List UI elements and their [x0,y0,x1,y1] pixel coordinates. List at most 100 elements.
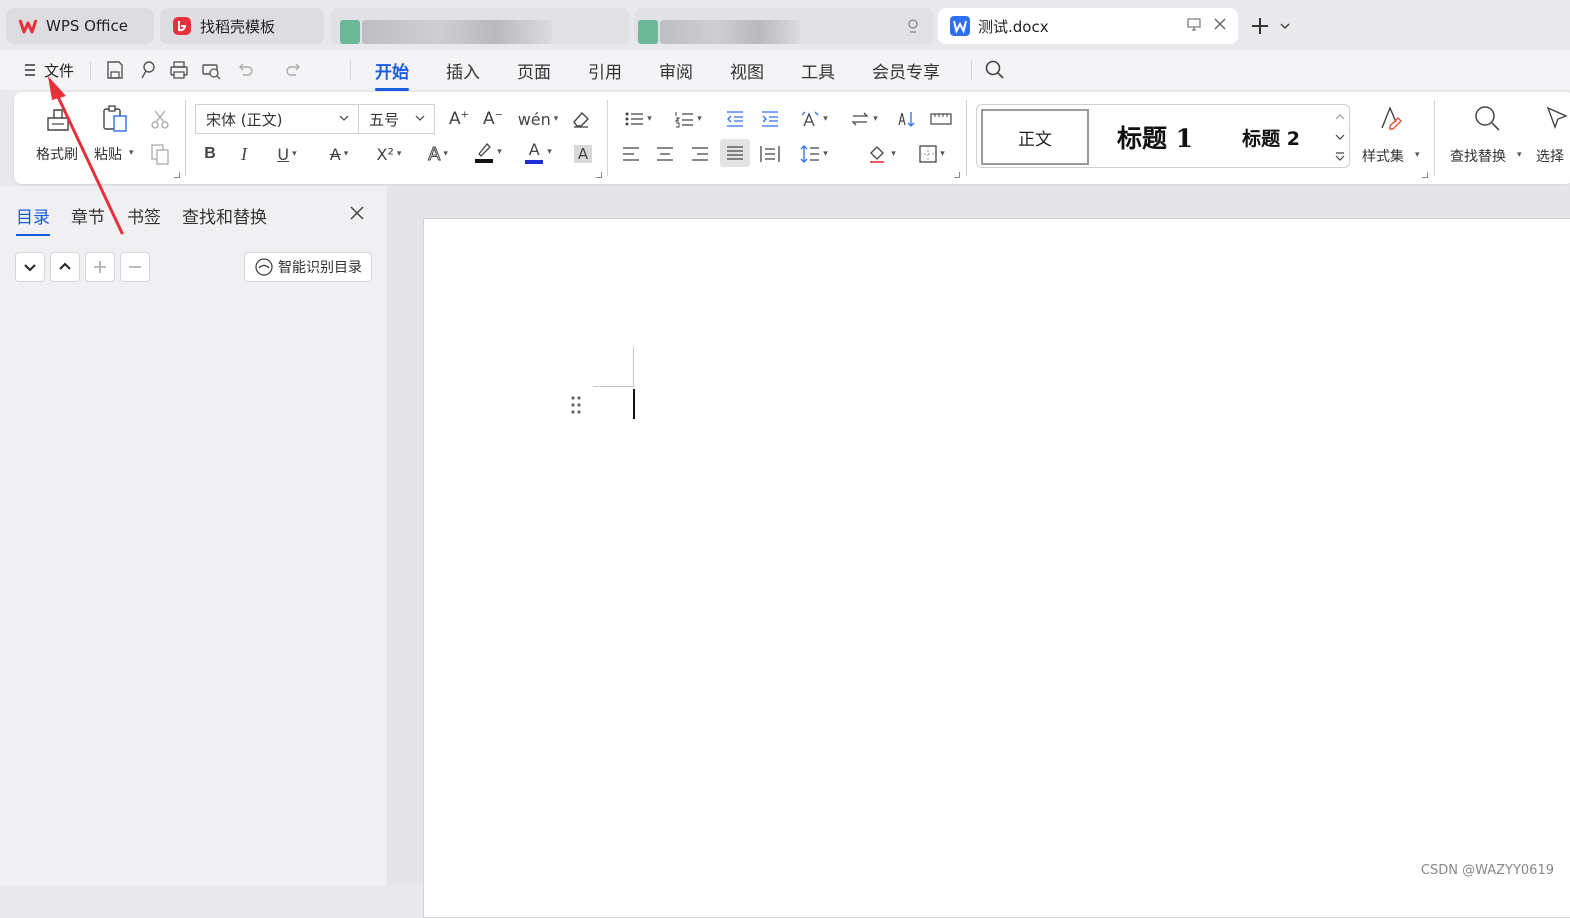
decrease-indent-button[interactable] [720,105,750,133]
cut-icon[interactable] [148,108,172,132]
line-spacing-button[interactable]: ▾ [794,140,834,168]
tab-member[interactable]: 会员专享 [872,58,940,83]
undo-icon[interactable] [234,59,256,81]
tab-list-chevron-icon[interactable] [1279,20,1291,32]
strikethrough-icon: A [330,145,341,164]
copy-icon[interactable] [148,142,172,166]
tab-wps-office[interactable]: WPS Office [6,8,154,44]
highlighter-icon [474,140,494,164]
increase-font-size-button[interactable]: A+ [444,105,474,133]
tab-label: 测试.docx [978,16,1049,37]
expand-down-button[interactable] [15,252,45,282]
print-preview-icon[interactable] [200,59,222,81]
find-replace-button[interactable]: 查找替换 ▾ [1450,104,1526,176]
font-name-select[interactable]: 宋体 (正文) [195,104,359,134]
tab-insert[interactable]: 插入 [446,58,480,83]
tab-page[interactable]: 页面 [517,58,551,83]
tab-blurred-1[interactable] [330,8,630,44]
show-marks-button[interactable] [926,105,956,133]
underline-button[interactable]: U▾ [267,140,307,168]
text-direction-button[interactable]: ▾ [794,105,834,133]
tab-view[interactable]: 视图 [730,58,764,83]
sort-direction-button[interactable]: ▾ [844,105,884,133]
character-shading-button[interactable]: A [568,140,598,168]
increase-indent-button[interactable] [755,105,785,133]
panel-tab-find-replace[interactable]: 查找和替换 [182,203,267,228]
shading-button[interactable]: ▾ [862,140,902,168]
blurred-label [660,20,800,44]
remove-toc-item-button[interactable] [120,252,150,282]
tab-docer-templates[interactable]: 找稻壳模板 [160,8,324,44]
smart-toc-button[interactable]: 智能识别目录 [244,252,372,282]
borders-button[interactable]: ▾ [912,140,952,168]
chevron-down-icon [338,112,350,124]
dropdown-caret-icon: ▾ [497,147,502,157]
sort-az-icon [897,109,917,129]
hamburger-menu-icon[interactable] [22,61,38,79]
margin-corner-mark [593,347,634,387]
numbering-button[interactable]: ▾ [668,105,708,133]
font-color-button[interactable]: A ▾ [518,138,558,166]
font-dialog-launcher[interactable] [596,172,602,178]
annotation-arrow-icon [40,70,130,240]
search-icon[interactable] [983,58,1007,82]
strikethrough-button[interactable]: A▾ [319,140,359,168]
tab-blurred-2[interactable] [634,8,934,44]
justify-button[interactable] [720,139,750,167]
monitor-icon[interactable] [1186,16,1202,32]
select-button[interactable]: 选择 [1536,104,1570,176]
close-panel-icon[interactable] [348,204,366,222]
dropdown-caret-icon: ▾ [292,149,297,159]
font-color-letter: A [529,140,540,159]
paragraph-dialog-launcher[interactable] [954,172,960,178]
style-set-button[interactable]: 样式集 ▾ [1360,104,1420,176]
format-painter-small-icon[interactable] [137,59,159,81]
superscript-button[interactable]: X²▾ [369,140,409,168]
highlight-button[interactable]: ▾ [468,138,508,166]
align-left-icon [622,146,640,162]
document-page[interactable] [423,218,1570,918]
find-replace-label: 查找替换 [1450,146,1506,166]
sort-button[interactable] [892,105,922,133]
font-size-select[interactable]: 五号 [358,104,435,134]
decrease-font-size-button[interactable]: A− [478,105,508,133]
new-tab-plus-icon[interactable] [1250,16,1270,36]
style-normal[interactable]: 正文 [981,109,1089,165]
panel-tab-bookmarks[interactable]: 书签 [127,203,161,228]
drag-handle-icon[interactable] [570,395,582,415]
bullets-button[interactable]: ▾ [618,105,658,133]
clipboard-dialog-launcher[interactable] [174,172,180,178]
styles-gallery: 正文 标题 1 标题 2 [976,104,1350,168]
collapse-up-button[interactable] [50,252,80,282]
print-icon[interactable] [168,59,190,81]
menu-row: 文件 开始 插入 页面 引用 审阅 视图 工具 会员专享 [0,50,1570,90]
add-toc-item-button[interactable] [85,252,115,282]
phonetic-guide-button[interactable]: wén▾ [518,105,558,133]
magnifier-icon [1472,104,1502,134]
dropdown-caret-icon: ▾ [647,114,652,124]
tab-review[interactable]: 审阅 [659,58,693,83]
style-heading-1[interactable]: 标题 1 [1095,109,1215,165]
dropdown-caret-icon: ▾ [547,147,552,157]
tab-home[interactable]: 开始 [375,58,409,83]
align-left-button[interactable] [616,140,646,168]
bold-button[interactable]: B [195,140,225,168]
clear-format-button[interactable] [566,105,596,133]
style-scroll-down-icon[interactable] [1335,133,1345,141]
tab-test-docx[interactable]: 测试.docx [938,8,1238,44]
tab-tools[interactable]: 工具 [801,58,835,83]
styles-dialog-launcher[interactable] [1422,172,1428,178]
tab-references[interactable]: 引用 [588,58,622,83]
text-effect-button[interactable]: A▾ [418,140,458,168]
redo-icon[interactable] [283,59,305,81]
align-center-button[interactable] [650,140,680,168]
close-tab-icon[interactable] [1212,16,1228,32]
style-heading-2[interactable]: 标题 2 [1217,109,1325,165]
italic-button[interactable]: I [229,140,259,168]
distributed-button[interactable] [755,140,785,168]
dropdown-caret-icon: ▾ [823,114,828,124]
style-expand-icon[interactable] [1335,151,1345,161]
underline-icon: U [277,145,289,164]
align-right-button[interactable] [685,140,715,168]
style-scroll-up-icon[interactable] [1335,113,1345,121]
